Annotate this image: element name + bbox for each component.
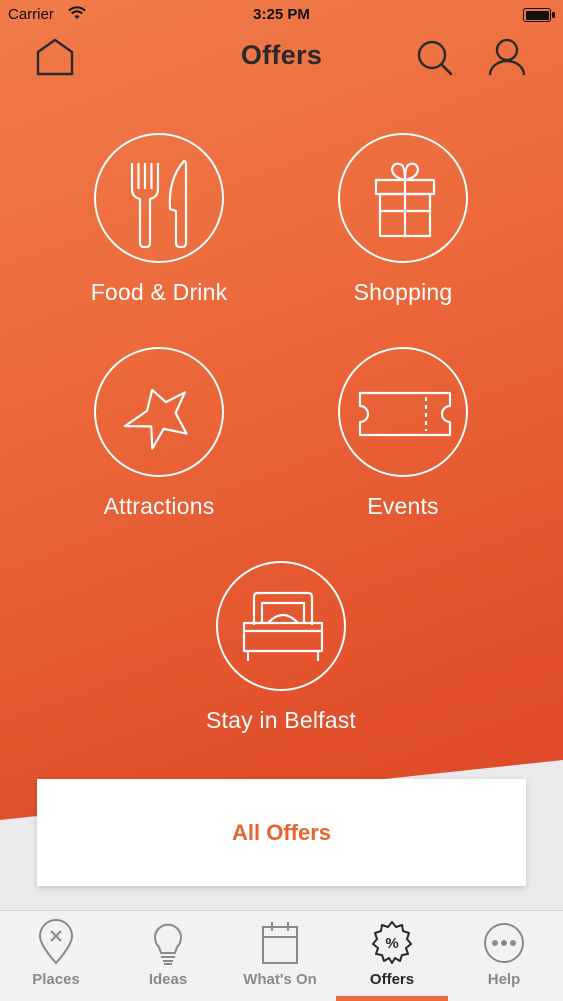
category-label: Stay in Belfast xyxy=(205,707,357,733)
all-offers-label: All Offers xyxy=(231,820,332,845)
page-title: Offers xyxy=(240,40,323,70)
search-icon[interactable] xyxy=(414,38,456,80)
tab-label: Offers xyxy=(369,971,415,988)
status-time: 3:25 PM xyxy=(253,6,310,23)
profile-icon[interactable] xyxy=(486,37,528,79)
category-food-drink[interactable]: Food & Drink xyxy=(59,133,259,306)
battery-icon xyxy=(523,8,555,22)
tab-label: Help xyxy=(487,971,521,988)
tab-whats-on[interactable]: What's On xyxy=(224,911,336,1001)
ticket-icon xyxy=(338,347,468,477)
tab-ideas[interactable]: Ideas xyxy=(112,911,224,1001)
more-icon xyxy=(484,923,524,963)
svg-text:%: % xyxy=(385,935,398,952)
category-label: Food & Drink xyxy=(90,279,228,305)
category-stay-in-belfast[interactable]: Stay in Belfast xyxy=(181,561,381,734)
all-offers-button[interactable]: All Offers xyxy=(37,779,526,886)
tab-bar: Places Ideas What's On % Offers Help xyxy=(0,910,563,1001)
header: Offers xyxy=(0,30,563,86)
map-pin-icon xyxy=(38,919,74,965)
fork-knife-icon xyxy=(94,133,224,263)
tab-help[interactable]: Help xyxy=(448,911,560,1001)
tab-label: Places xyxy=(32,971,80,988)
offer-badge-icon: % xyxy=(372,921,412,964)
category-shopping[interactable]: Shopping xyxy=(303,133,503,306)
star-icon xyxy=(94,347,224,477)
offers-screen: Carrier 3:25 PM Offers Food & Drink Shop… xyxy=(0,0,563,1001)
bed-icon xyxy=(216,561,346,691)
tab-offers[interactable]: % Offers xyxy=(336,911,448,1001)
category-events[interactable]: Events xyxy=(303,347,503,520)
lightbulb-icon xyxy=(154,923,182,965)
tab-label: What's On xyxy=(243,971,317,988)
category-label: Attractions xyxy=(103,493,215,519)
category-label: Shopping xyxy=(353,279,453,305)
category-label: Events xyxy=(367,493,439,519)
gift-icon xyxy=(338,133,468,263)
category-attractions[interactable]: Attractions xyxy=(59,347,259,520)
status-bar: Carrier 3:25 PM xyxy=(0,0,563,30)
tab-label: Ideas xyxy=(148,971,188,988)
calendar-icon xyxy=(262,922,298,964)
active-tab-indicator xyxy=(336,996,448,1001)
tab-places[interactable]: Places xyxy=(0,911,112,1001)
